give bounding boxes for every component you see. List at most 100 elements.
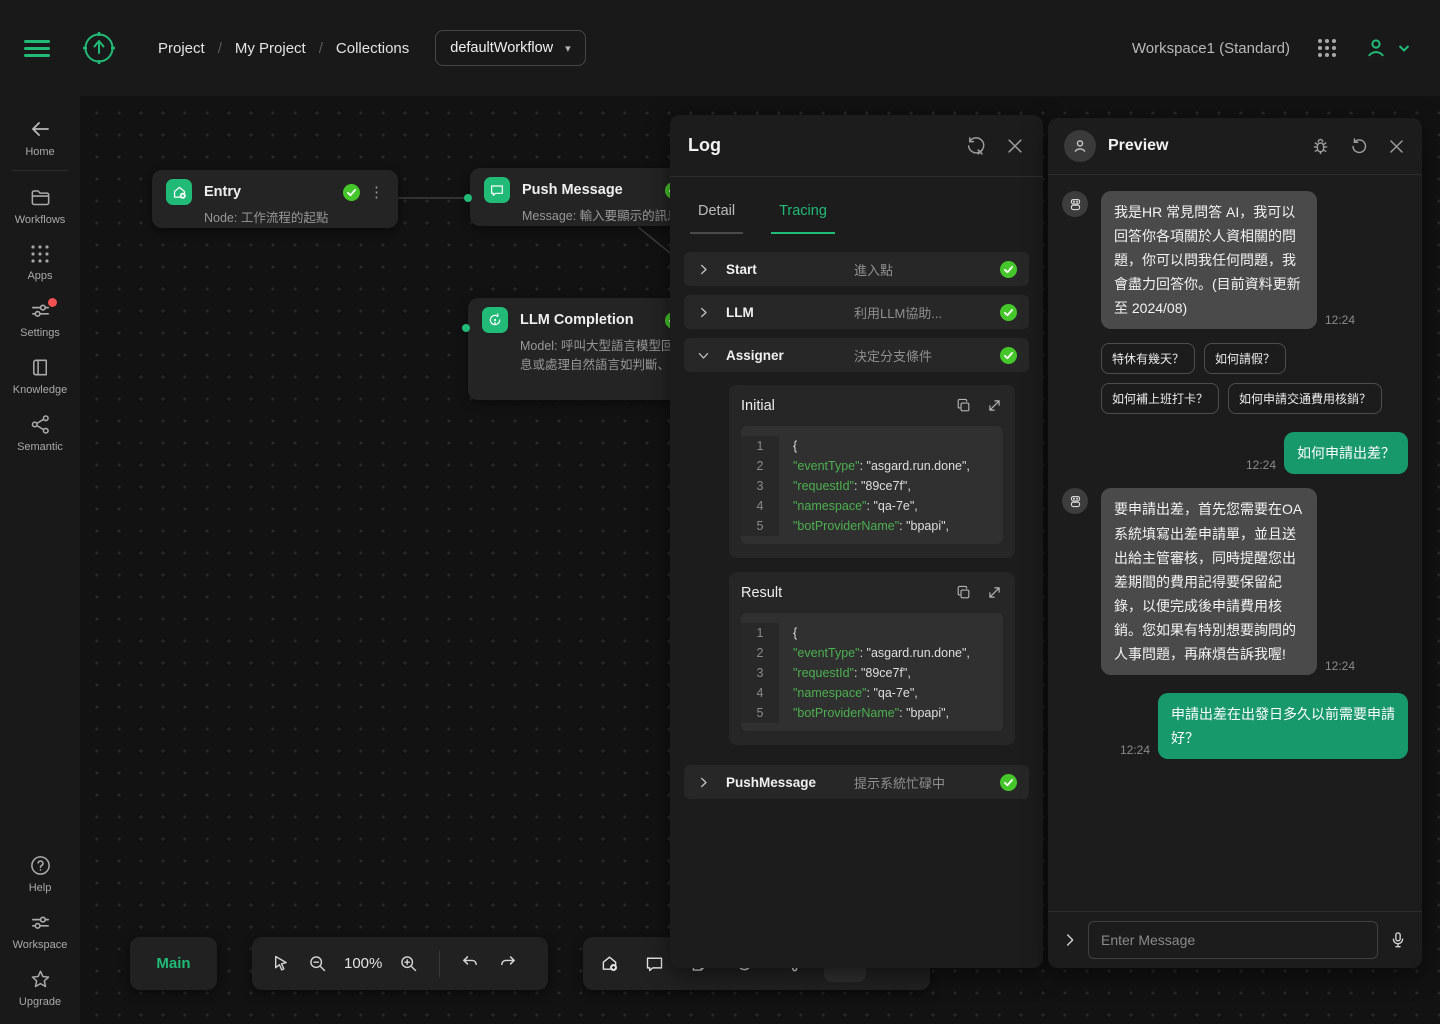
tab-tracing[interactable]: Tracing [771, 203, 835, 234]
timestamp: 12:24 [1325, 659, 1355, 673]
folder-icon [29, 186, 52, 209]
sliders-icon [29, 911, 52, 934]
breadcrumb-project[interactable]: Project [158, 40, 205, 57]
hamburger-menu-icon[interactable] [24, 36, 50, 61]
app-launcher-icon[interactable] [1316, 37, 1338, 59]
suggestion-chips: 特休有幾天？ 如何請假？ 如何補上班打卡？ 如何申請交通費用核銷？ [1101, 343, 1408, 414]
code-block[interactable]: 1{ 2"eventType": "asgard.run.done", 3"re… [741, 426, 1003, 544]
chevron-down-icon [696, 348, 711, 363]
debug-icon[interactable] [1310, 136, 1331, 157]
account-menu[interactable] [1364, 36, 1412, 60]
palette-entry-node-icon[interactable] [599, 953, 620, 974]
log-tabs: Detail Tracing [670, 177, 1043, 234]
suggestion-chip[interactable]: 特休有幾天？ [1101, 343, 1195, 374]
preview-panel: Preview 我是HR 常見問答 AI，我可以回答你各項關於人資相關的問題，你… [1048, 118, 1422, 968]
chat-history[interactable]: 我是HR 常見問答 AI，我可以回答你各項關於人資相關的問題，你可以問我任何問題… [1048, 175, 1422, 911]
breadcrumb: Project / My Project / Collections [158, 40, 409, 57]
clear-history-icon[interactable] [965, 135, 987, 157]
suggestion-chip[interactable]: 如何請假？ [1204, 343, 1286, 374]
sidebar-item-workflows[interactable]: Workflows [0, 177, 80, 234]
palette-message-node-icon[interactable] [644, 953, 665, 974]
code-card-title: Initial [741, 398, 775, 414]
tab-detail[interactable]: Detail [690, 203, 743, 234]
bot-message: 要申請出差，首先您需要在OA系統填寫出差申請單，並且送出給主管審核，同時提醒您出… [1062, 488, 1408, 675]
entry-node-icon [166, 179, 192, 205]
book-icon [29, 356, 52, 379]
trace-row-pushmessage[interactable]: PushMessage 提示系統忙碌中 [684, 765, 1029, 799]
timestamp: 12:24 [1325, 313, 1355, 327]
message-bubble: 我是HR 常見問答 AI，我可以回答你各項關於人資相關的問題，你可以問我任何問題… [1101, 191, 1317, 329]
sidebar-item-home[interactable]: Home [0, 108, 80, 166]
message-node-icon [484, 177, 510, 203]
message-bubble: 要申請出差，首先您需要在OA系統填寫出差申請單，並且送出給主管審核，同時提醒您出… [1101, 488, 1317, 675]
sidebar-item-help[interactable]: Help [0, 845, 80, 902]
chevron-right-icon [696, 262, 711, 277]
message-bubble: 如何申請出差？ [1284, 432, 1408, 474]
user-message: 12:24 如何申請出差？ [1062, 432, 1408, 474]
sidebar-item-upgrade[interactable]: Upgrade [0, 959, 80, 1016]
code-card-title: Result [741, 585, 782, 601]
breadcrumb-collections[interactable]: Collections [336, 40, 409, 57]
code-block[interactable]: 1{ 2"eventType": "asgard.run.done", 3"re… [741, 613, 1003, 731]
chevron-right-icon [696, 775, 711, 790]
chevron-down-icon [1396, 40, 1412, 56]
collapse-input-icon[interactable] [1062, 932, 1078, 948]
trace-row-llm[interactable]: LLM 利用LLM協助... [684, 295, 1029, 329]
zoom-out-icon[interactable] [307, 953, 328, 974]
main-branch-button[interactable]: Main [130, 937, 217, 990]
user-icon [1364, 36, 1388, 60]
node-title: LLM Completion [520, 312, 634, 328]
log-panel-title: Log [688, 135, 721, 156]
app-logo[interactable] [80, 29, 118, 67]
restart-icon[interactable] [1349, 136, 1369, 156]
expand-icon[interactable] [986, 397, 1003, 414]
close-icon[interactable] [1005, 136, 1025, 156]
copy-icon[interactable] [955, 584, 972, 601]
expand-icon[interactable] [986, 584, 1003, 601]
close-icon[interactable] [1387, 137, 1406, 156]
breadcrumb-my-project[interactable]: My Project [235, 40, 306, 57]
left-sidebar: Home Workflows Apps Settings Knowledge S… [0, 96, 80, 1024]
trace-row-start[interactable]: Start 進入點 [684, 252, 1029, 286]
node-menu-icon[interactable]: ⋮ [369, 185, 384, 200]
back-arrow-icon [28, 117, 52, 141]
result-code-card: Result 1{ 2"eventType": "asgard.run.done… [729, 572, 1015, 745]
message-bubble: 申請出差在出發日多久以前需要申請好？ [1158, 693, 1408, 759]
network-icon [29, 413, 52, 436]
success-check-icon [343, 184, 360, 201]
workflow-selector-dropdown[interactable]: defaultWorkflow ▾ [435, 30, 585, 66]
trace-row-assigner[interactable]: Assigner 決定分支條件 [684, 338, 1029, 372]
success-check-icon [1000, 261, 1017, 278]
llm-node-icon [482, 307, 508, 333]
sidebar-item-workspace[interactable]: Workspace [0, 902, 80, 959]
timestamp: 12:24 [1246, 458, 1276, 472]
sidebar-item-settings[interactable]: Settings [0, 290, 80, 347]
sidebar-item-apps[interactable]: Apps [0, 234, 80, 290]
sidebar-item-semantic[interactable]: Semantic [0, 404, 80, 461]
copy-icon[interactable] [955, 397, 972, 414]
sidebar-item-knowledge[interactable]: Knowledge [0, 347, 80, 404]
chevron-right-icon [696, 305, 711, 320]
suggestion-chip[interactable]: 如何補上班打卡？ [1101, 383, 1219, 414]
node-subtitle: Node: 工作流程的起點 [204, 209, 384, 228]
workflow-selector-value: defaultWorkflow [450, 40, 553, 56]
notification-badge [48, 298, 57, 307]
canvas-toolbar: 100% [252, 937, 548, 990]
suggestion-chip[interactable]: 如何申請交通費用核銷？ [1228, 383, 1382, 414]
input-port[interactable] [464, 194, 472, 202]
microphone-icon[interactable] [1388, 930, 1408, 950]
redo-icon[interactable] [497, 953, 518, 974]
node-entry[interactable]: Entry ⋮ Node: 工作流程的起點 [152, 170, 398, 228]
success-check-icon [1000, 774, 1017, 791]
chevron-down-icon: ▾ [565, 42, 571, 55]
cursor-tool-icon[interactable] [270, 953, 291, 974]
undo-icon[interactable] [460, 953, 481, 974]
zoom-in-icon[interactable] [398, 953, 419, 974]
input-port[interactable] [462, 324, 470, 332]
bot-avatar-icon [1062, 191, 1088, 217]
bot-message: 我是HR 常見問答 AI，我可以回答你各項關於人資相關的問題，你可以問我任何問題… [1062, 191, 1408, 329]
top-bar: Project / My Project / Collections defau… [0, 0, 1440, 96]
message-input[interactable] [1088, 921, 1378, 959]
star-icon [29, 968, 52, 991]
help-icon [29, 854, 52, 877]
